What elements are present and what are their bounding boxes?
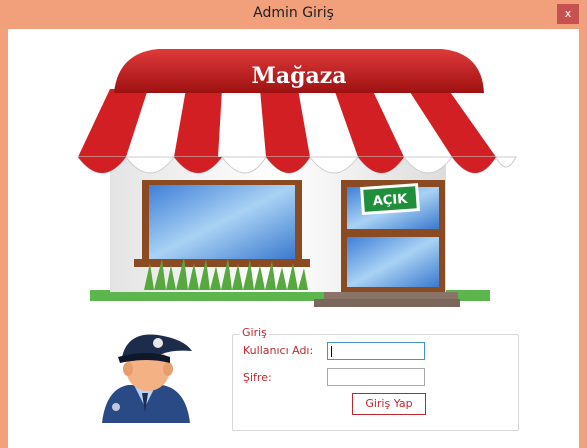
open-sign-text: AÇIK (372, 192, 408, 209)
shop-window-glass (149, 185, 295, 259)
username-field[interactable] (327, 342, 425, 360)
admin-avatar (102, 334, 192, 423)
awning (78, 89, 517, 174)
shop-sign-text: Mağaza (252, 63, 347, 89)
password-field[interactable] (327, 368, 425, 386)
login-button[interactable]: Giriş Yap (352, 393, 426, 415)
open-sign: AÇIK (360, 183, 420, 216)
admin-login-window: Admin Giriş x AÇIK Mağaza Giriş Kullanıc… (0, 0, 587, 448)
password-input[interactable] (328, 369, 424, 385)
shop-illustration: AÇIK Mağaza (78, 49, 517, 307)
title-bar[interactable]: Admin Giriş x (0, 0, 587, 28)
text-caret (331, 346, 332, 357)
password-label: Şifre: (243, 371, 272, 384)
client-area: AÇIK Mağaza Giriş Kullanıcı Adı: Şifre: … (8, 29, 579, 448)
close-button[interactable]: x (557, 4, 579, 24)
window-title: Admin Giriş (253, 5, 334, 21)
login-group-title: Giriş (240, 326, 269, 339)
close-icon: x (564, 7, 572, 20)
username-label: Kullanıcı Adı: (243, 344, 314, 357)
door-step (324, 292, 458, 300)
username-input[interactable] (328, 343, 424, 359)
